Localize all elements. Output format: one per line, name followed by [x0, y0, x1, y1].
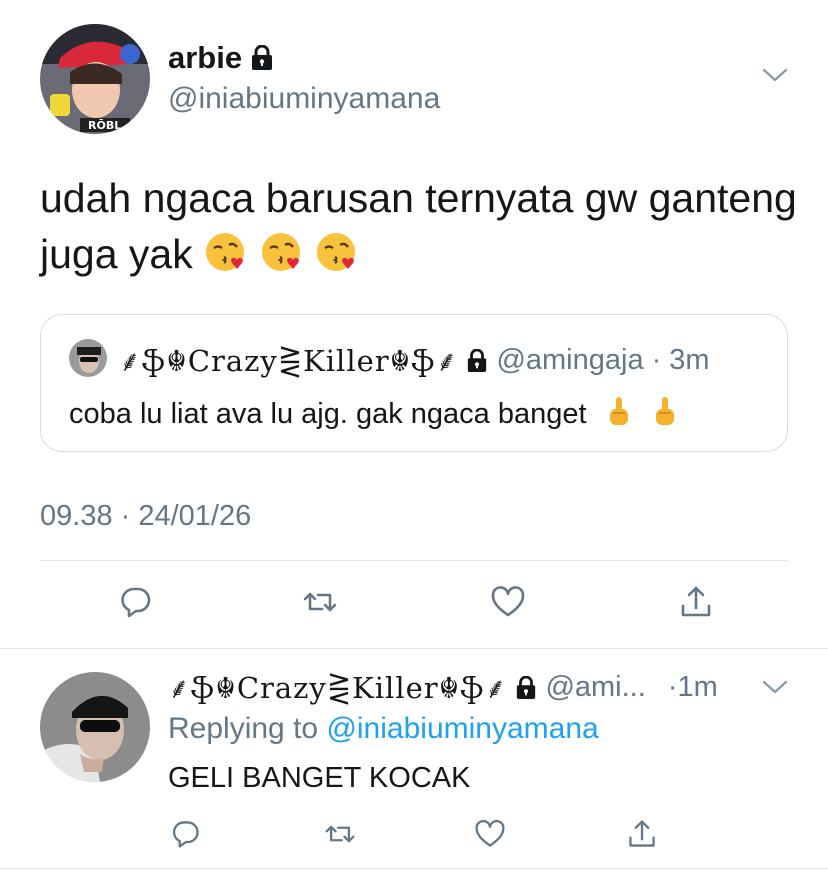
reply-author-name[interactable]: ⸙ֆ☬Crazy⋛Killer☬ֆ⸙: [168, 668, 507, 707]
quote-author-avatar: [69, 339, 107, 377]
author-avatar[interactable]: RŌBL: [40, 24, 150, 134]
author-name[interactable]: arbie: [168, 40, 274, 76]
like-button[interactable]: [488, 582, 528, 622]
reply-button[interactable]: [166, 814, 206, 854]
quoted-tweet-card[interactable]: ⸙ֆ☬Crazy⋛Killer☬ֆ⸙ @amingaja · 3m coba l…: [40, 314, 788, 452]
reply-icon: [121, 587, 151, 618]
lock-icon: [468, 348, 487, 372]
retweet-button[interactable]: [300, 582, 340, 622]
middle-finger-emoji: [605, 395, 633, 437]
reply-action-bar: [0, 814, 828, 858]
kissing-heart-emoji: [315, 230, 359, 288]
reply-author-avatar[interactable]: [40, 672, 150, 782]
quote-age: 3m: [669, 344, 710, 376]
share-icon: [629, 820, 655, 847]
reply-header: ⸙ֆ☬Crazy⋛Killer☬ֆ⸙ @ami... ·1m: [168, 668, 748, 707]
tweet-text: udah ngaca barusan ternyata gw ganteng j…: [40, 170, 800, 288]
quote-text-content: coba lu liat ava lu ajg. gak ngaca bange…: [69, 398, 587, 430]
chevron-down-icon[interactable]: [762, 66, 788, 84]
reply-icon: [172, 821, 199, 848]
divider: [0, 868, 828, 869]
divider: [0, 648, 828, 649]
replying-to: Replying to @iniabiuminyamana: [168, 712, 599, 746]
like-button[interactable]: [470, 814, 510, 854]
lock-icon: [252, 45, 273, 70]
author-name-text[interactable]: arbie: [168, 40, 242, 76]
share-icon: [681, 586, 711, 617]
divider: [40, 560, 788, 561]
quote-author-name: ⸙ֆ☬Crazy⋛Killer☬ֆ⸙: [119, 344, 459, 378]
retweet-icon: [325, 825, 355, 843]
reply-author-handle[interactable]: @ami...: [545, 671, 645, 704]
tweet-action-bar: [0, 582, 828, 626]
tweet-timestamp[interactable]: 09.38 · 24/01/26: [40, 500, 251, 533]
share-button[interactable]: [676, 582, 716, 622]
share-button[interactable]: [622, 814, 662, 854]
quote-author-handle: @amingaja: [496, 344, 644, 376]
chevron-down-icon[interactable]: [762, 678, 788, 696]
reply-button[interactable]: [116, 582, 156, 622]
kissing-heart-emoji: [204, 230, 248, 288]
quote-text: coba lu liat ava lu ajg. gak ngaca bange…: [69, 395, 679, 437]
heart-icon: [491, 586, 525, 617]
replying-to-label: Replying to: [168, 712, 319, 745]
kissing-heart-emoji: [260, 230, 304, 288]
tweet-text-content: udah ngaca barusan ternyata gw ganteng j…: [40, 175, 797, 277]
middle-finger-emoji: [651, 395, 679, 437]
retweet-button[interactable]: [320, 814, 360, 854]
svg-text:RŌBL: RŌBL: [88, 119, 121, 132]
lock-icon: [517, 675, 536, 699]
author-handle[interactable]: @iniabiuminyamana: [168, 82, 440, 116]
quote-header: ⸙ֆ☬Crazy⋛Killer☬ֆ⸙ @amingaja · 3m: [119, 341, 710, 380]
reply-age: ·1m: [667, 671, 718, 703]
heart-icon: [475, 819, 505, 847]
retweet-icon: [303, 592, 337, 612]
replying-to-handle-link[interactable]: @iniabiuminyamana: [326, 712, 598, 745]
quote-separator: ·: [651, 344, 662, 376]
reply-text: GELI BANGET KOCAK: [168, 762, 471, 794]
